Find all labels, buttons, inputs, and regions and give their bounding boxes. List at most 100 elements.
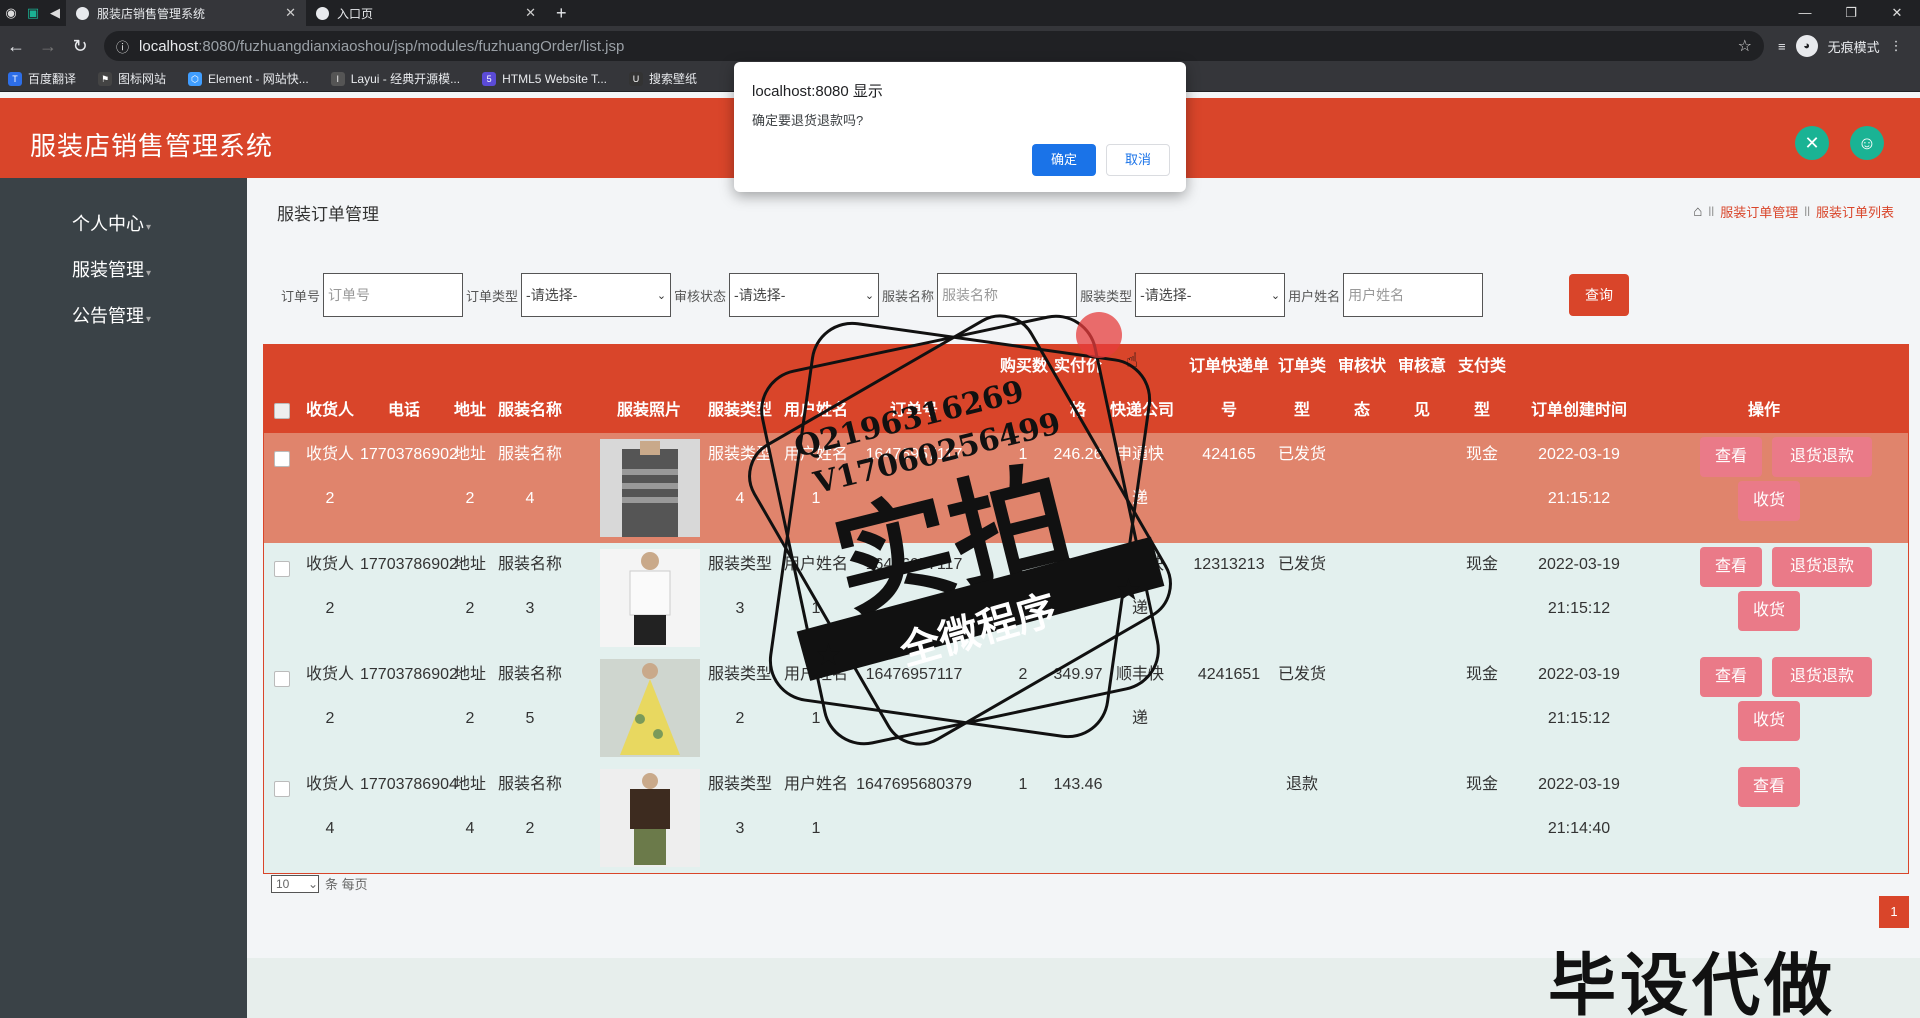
clothing-photo	[600, 659, 700, 757]
th-pay-2: 型	[1473, 402, 1490, 419]
th-pay: 支付类	[1457, 358, 1506, 375]
sidebar: 个人中心 ▾ 服装管理 ▾ 公告管理 ▾	[0, 178, 247, 1018]
view-button[interactable]: 查看	[1700, 657, 1762, 697]
new-tab-icon[interactable]: +	[546, 3, 577, 24]
user-name-input[interactable]: 用户姓名	[1343, 273, 1484, 317]
bookmark-item[interactable]: l Layui - 经典开源模...	[330, 70, 460, 87]
breadcrumb: ⌂ ll 服装订单管理 ll 服装订单列表	[1693, 202, 1894, 221]
receive-button[interactable]: 收货	[1738, 701, 1800, 741]
flag-icon: ⚑	[98, 71, 113, 86]
bookmark-item[interactable]: U 搜索壁纸	[629, 70, 697, 87]
browser-tabbar: ◉ ▣ ◀ 服装店销售管理系统 ✕ 入口页 ✕ + — ❐ ✕	[0, 0, 1920, 26]
row-checkbox[interactable]	[274, 451, 290, 467]
back-icon[interactable]: ←	[0, 36, 32, 57]
html5-icon: 5	[482, 71, 497, 86]
page-button[interactable]: 1	[1879, 896, 1909, 928]
chrome-icon: ◉	[5, 5, 17, 20]
url-path: :8080/fuzhuangdianxiaoshou/jsp/modules/f…	[198, 37, 625, 55]
home-icon[interactable]: ⌂	[1693, 203, 1702, 220]
receive-button[interactable]: 收货	[1738, 591, 1800, 631]
th-cloth-name: 服装名称	[497, 402, 562, 419]
restore-icon[interactable]: ❐	[1828, 0, 1874, 26]
tab-title: 服装店销售管理系统	[97, 6, 206, 21]
row-checkbox[interactable]	[274, 671, 290, 687]
refund-button[interactable]: 退货退款	[1772, 547, 1872, 587]
close-icon[interactable]: ✕	[285, 5, 296, 21]
th-order-type-2: 型	[1293, 402, 1310, 419]
browser-tab-active[interactable]: 服装店销售管理系统 ✕	[66, 0, 306, 26]
sidebar-item-notice[interactable]: 公告管理 ▾	[72, 302, 151, 328]
window-controls: — ❐ ✕	[1782, 0, 1920, 26]
url-input[interactable]: ⓘ localhost :8080/fuzhuangdianxiaoshou/j…	[104, 31, 1764, 61]
confirm-button[interactable]: 确定	[1032, 144, 1096, 176]
favicon-icon	[316, 6, 329, 20]
audit-label: 审核状态	[674, 288, 727, 304]
reading-list-icon[interactable]: ≡	[1778, 39, 1786, 54]
confirm-dialog: localhost:8080 显示 确定要退货退款吗? 确定 取消	[734, 62, 1186, 192]
breadcrumb-item[interactable]: 服装订单管理	[1720, 202, 1798, 221]
row-checkbox[interactable]	[274, 781, 290, 797]
order-no-input[interactable]: 订单号	[323, 273, 464, 317]
close-window-icon[interactable]: ✕	[1874, 0, 1920, 26]
page-size-suffix: 条 每页	[325, 877, 368, 892]
chevron-down-icon: ⌄	[1270, 289, 1281, 302]
order-type-select[interactable]: -请选择- ⌄	[521, 273, 672, 317]
user-name-label: 用户姓名	[1288, 288, 1341, 304]
chevron-down-icon: ⌄	[656, 289, 667, 302]
dialog-title: localhost:8080 显示	[752, 83, 883, 100]
audio-icon[interactable]: ◀	[44, 0, 66, 26]
clothing-photo	[600, 549, 700, 647]
th-opinion-2: 见	[1413, 402, 1430, 419]
table-row[interactable]: 收货人 4 17703786904 地址 4 服装名称 2 服装类型 3 用户姓…	[264, 763, 1908, 873]
select-all-checkbox[interactable]	[274, 403, 290, 419]
close-icon[interactable]: ✕	[525, 5, 536, 21]
view-button[interactable]: 查看	[1700, 547, 1762, 587]
star-icon: ★	[815, 639, 842, 672]
refund-button[interactable]: 退货退款	[1772, 657, 1872, 697]
bookmark-item[interactable]: ⚑ 图标网站	[98, 70, 166, 87]
user-icon[interactable]: ☺	[1850, 126, 1884, 160]
address-bar: ← → ↻ ⓘ localhost :8080/fuzhuangdianxiao…	[0, 26, 1920, 66]
bookmark-star-icon[interactable]: ☆	[1738, 36, 1752, 56]
th-audit: 审核状	[1337, 358, 1386, 375]
forward-icon[interactable]: →	[32, 36, 64, 57]
th-phone: 电话	[387, 402, 420, 419]
translate-icon: T	[8, 71, 22, 86]
th-audit-2: 态	[1353, 402, 1370, 419]
refund-button[interactable]: 退货退款	[1772, 437, 1872, 477]
fullscreen-icon[interactable]: ✕	[1795, 126, 1829, 160]
app-icon: ▣	[26, 5, 40, 20]
th-address: 地址	[453, 402, 486, 419]
view-button[interactable]: 查看	[1738, 767, 1800, 807]
clothing-photo	[600, 769, 700, 867]
click-indicator	[1076, 312, 1122, 358]
chevron-down-icon: ⌄	[307, 876, 318, 891]
sidebar-item-clothing[interactable]: 服装管理 ▾	[72, 256, 151, 282]
minimize-icon[interactable]: —	[1782, 0, 1828, 26]
page-title: 服装订单管理	[277, 205, 379, 224]
th-receiver: 收货人	[305, 402, 354, 419]
receive-button[interactable]: 收货	[1738, 481, 1800, 521]
page-size-select[interactable]: 10 ⌄	[271, 874, 319, 893]
url-host: localhost	[139, 37, 199, 55]
chevron-down-icon: ▾	[146, 268, 152, 279]
chevron-down-icon: ▾	[146, 222, 152, 233]
info-icon[interactable]: ⓘ	[116, 37, 129, 56]
reload-icon[interactable]: ↻	[64, 36, 96, 57]
element-icon: ⬡	[188, 71, 203, 86]
star-icon: ★	[1115, 574, 1142, 607]
row-checkbox[interactable]	[274, 561, 290, 577]
query-button[interactable]: 查询	[1569, 274, 1629, 316]
bookmark-item[interactable]: ⬡ Element - 网站快...	[188, 70, 309, 87]
bookmark-item[interactable]: T 百度翻译	[8, 70, 76, 87]
more-menu-icon[interactable]: ⋮	[1890, 38, 1903, 54]
bookmark-item[interactable]: 5 HTML5 Website T...	[482, 71, 607, 86]
th-photo: 服装照片	[616, 402, 681, 419]
cancel-button[interactable]: 取消	[1106, 144, 1170, 176]
browser-tab[interactable]: 入口页 ✕	[306, 0, 546, 26]
incognito-label[interactable]: 无痕模式	[1828, 37, 1880, 56]
order-no-label: 订单号	[281, 288, 321, 304]
view-button[interactable]: 查看	[1700, 437, 1762, 477]
incognito-icon[interactable]: ◕	[1795, 35, 1818, 57]
sidebar-item-personal[interactable]: 个人中心 ▾	[72, 210, 151, 236]
